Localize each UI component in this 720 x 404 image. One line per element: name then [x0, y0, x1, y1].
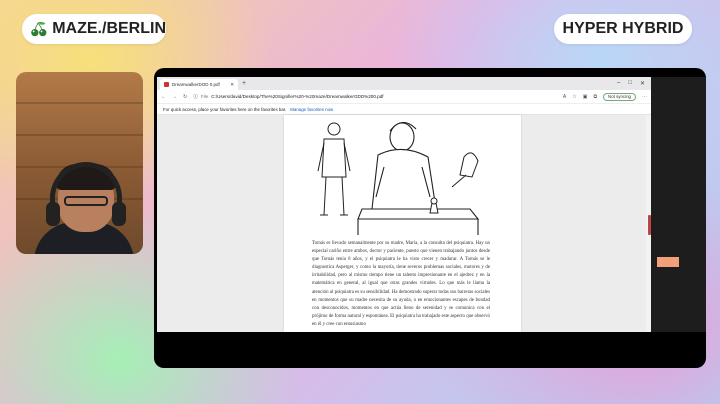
- address-url: C:/Users/david/Desktop/The%20Signifier%2…: [211, 94, 384, 99]
- refresh-icon[interactable]: ↻: [183, 94, 187, 100]
- sync-button[interactable]: Not syncing: [603, 92, 636, 101]
- sync-label: Not syncing: [608, 94, 631, 99]
- pdf-viewer: Tomás es llevado semanalmente por su mad…: [157, 115, 651, 332]
- browser-toolbar: ← → ↻ ⓘ File C:/Users/david/Desktop/The%…: [157, 90, 651, 104]
- minimize-icon[interactable]: –: [617, 80, 620, 87]
- pdf-paragraph: Tomás es llevado semanalmente por su mad…: [312, 241, 490, 327]
- extensions-icon[interactable]: ⧉: [593, 94, 597, 100]
- brand-pill: MAZE./BERLIN: [22, 14, 166, 44]
- webcam-feed: [16, 72, 143, 254]
- browser-window: DreamwalkerDOD 0.pdf ✕ + – □ ✕ ← → ↻ ⓘ F…: [157, 77, 651, 332]
- favorite-star-icon[interactable]: ☆: [572, 94, 576, 100]
- tab-pdf[interactable]: DreamwalkerDOD 0.pdf ✕: [160, 79, 238, 90]
- viewer-scrollbar[interactable]: [646, 115, 651, 332]
- headphone-right: [112, 202, 126, 226]
- window-controls: – □ ✕: [617, 80, 651, 87]
- headphone-left: [46, 202, 60, 226]
- chess-illustration: [317, 121, 480, 235]
- tab-strip: DreamwalkerDOD 0.pdf ✕ + – □ ✕: [157, 77, 651, 90]
- maximize-icon[interactable]: □: [628, 80, 632, 87]
- mode-label: HYPER HYBRID: [562, 20, 684, 37]
- address-bar[interactable]: ⓘ File C:/Users/david/Desktop/The%20Sign…: [193, 94, 557, 100]
- manage-favorites-link[interactable]: Manage favorites now: [290, 107, 333, 112]
- favbar-text: For quick access, place your favorites h…: [163, 106, 287, 112]
- tab-close-icon[interactable]: ✕: [230, 82, 234, 88]
- pdf-page: Tomás es llevado semanalmente por su mad…: [284, 115, 521, 332]
- menu-icon[interactable]: ⋯: [642, 94, 647, 100]
- tab-title: DreamwalkerDOD 0.pdf: [172, 82, 220, 87]
- new-tab-icon[interactable]: +: [242, 80, 246, 87]
- info-icon: ⓘ: [193, 93, 198, 99]
- screen-share-background: [651, 77, 706, 332]
- read-aloud-icon[interactable]: A: [563, 94, 566, 100]
- glasses: [64, 196, 108, 206]
- brand-name: MAZE./BERLIN: [52, 20, 166, 37]
- scroll-thumb[interactable]: [648, 215, 651, 235]
- close-window-icon[interactable]: ✕: [640, 80, 645, 87]
- back-icon[interactable]: ←: [161, 94, 166, 100]
- mode-pill: HYPER HYBRID: [554, 14, 692, 44]
- collections-icon[interactable]: ▣: [583, 94, 588, 100]
- forward-icon[interactable]: →: [172, 94, 177, 100]
- address-label: File: [200, 94, 209, 99]
- pdf-icon: [164, 82, 169, 87]
- cherry-logo-icon: [31, 21, 47, 37]
- favorites-bar: For quick access, place your favorites h…: [157, 104, 651, 115]
